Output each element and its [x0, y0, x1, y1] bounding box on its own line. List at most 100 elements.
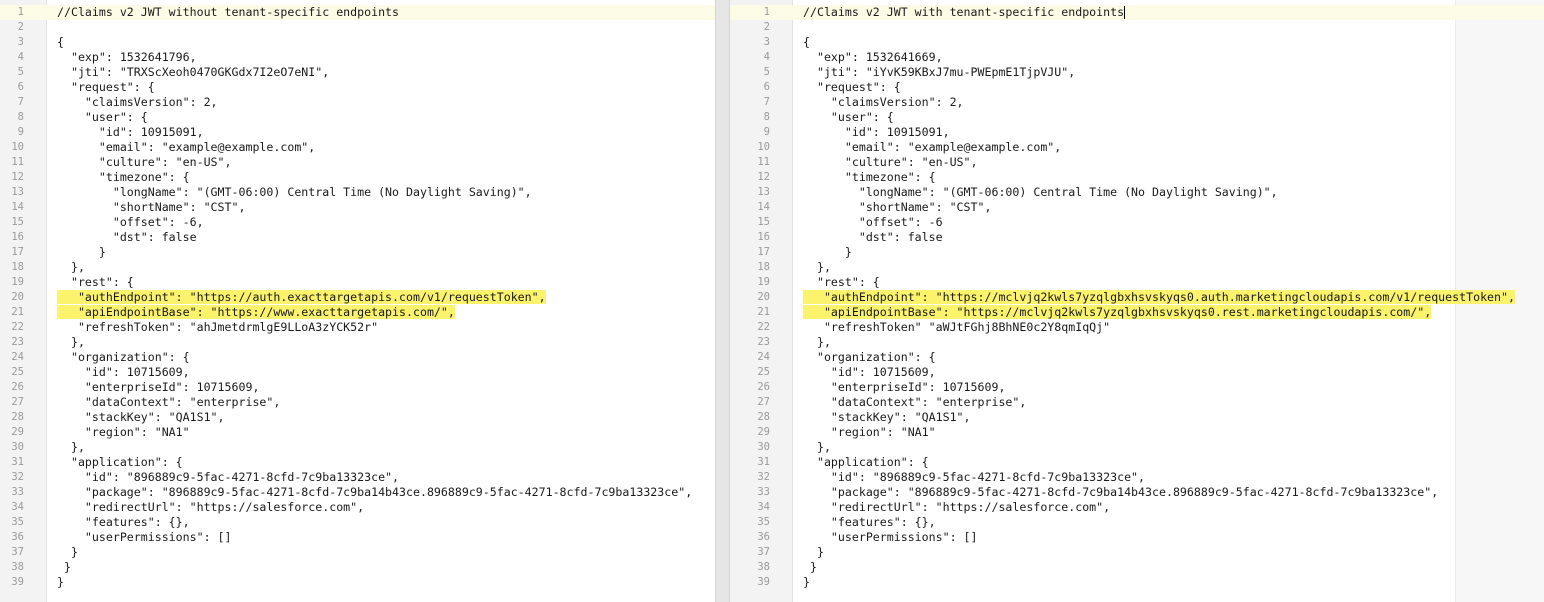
code-line[interactable]: 36 "userPermissions": []: [0, 530, 715, 545]
code-text[interactable]: "jti": "TRXScXeoh0470GKGdx7I2eO7eNI",: [57, 65, 329, 80]
code-text[interactable]: },: [803, 440, 831, 455]
code-text[interactable]: }: [803, 575, 810, 590]
code-text[interactable]: "package": "896889c9-5fac-4271-8cfd-7c9b…: [803, 485, 1438, 500]
code-text[interactable]: "user": {: [803, 110, 894, 125]
code-line[interactable]: 28 "stackKey": "QA1S1",: [730, 410, 1544, 425]
code-line[interactable]: 32 "id": "896889c9-5fac-4271-8cfd-7c9ba1…: [730, 470, 1544, 485]
code-text[interactable]: }: [57, 575, 64, 590]
right-code-lines[interactable]: 1 //Claims v2 JWT with tenant-specific en…: [730, 5, 1544, 590]
code-line[interactable]: 27 "dataContext": "enterprise",: [0, 395, 715, 410]
code-text[interactable]: "enterpriseId": 10715609,: [57, 380, 260, 395]
right-editor-pane[interactable]: 1 //Claims v2 JWT with tenant-specific en…: [730, 0, 1544, 602]
code-line[interactable]: 5 "jti": "TRXScXeoh0470GKGdx7I2eO7eNI",: [0, 65, 715, 80]
code-line[interactable]: 20 "authEndpoint": "https://mclvjq2kwls7…: [730, 290, 1544, 305]
code-line[interactable]: 7 "claimsVersion": 2,: [730, 95, 1544, 110]
code-line[interactable]: 2: [0, 20, 715, 35]
code-text[interactable]: }: [57, 560, 71, 575]
code-text[interactable]: "refreshToken" "aWJtFGhj8BhNE0c2Y8qmIqQj…: [803, 320, 1110, 335]
code-text[interactable]: },: [57, 440, 85, 455]
code-text[interactable]: "application": {: [57, 455, 183, 470]
code-text[interactable]: "dataContext": "enterprise",: [803, 395, 1026, 410]
code-line[interactable]: 14 "shortName": "CST",: [0, 200, 715, 215]
code-line[interactable]: 19 "rest": {: [0, 275, 715, 290]
code-text[interactable]: //Claims v2 JWT without tenant-specific …: [57, 5, 399, 20]
code-line[interactable]: 18 },: [730, 260, 1544, 275]
code-text[interactable]: "id": "896889c9-5fac-4271-8cfd-7c9ba1332…: [803, 470, 1145, 485]
highlighted-code-text[interactable]: "apiEndpointBase": "https://mclvjq2kwls7…: [803, 305, 1432, 320]
code-line[interactable]: 12 "timezone": {: [730, 170, 1544, 185]
code-line[interactable]: 22 "refreshToken": "ahJmetdrmlgE9LLoA3zY…: [0, 320, 715, 335]
code-line[interactable]: 28 "stackKey": "QA1S1",: [0, 410, 715, 425]
code-line[interactable]: 38 }: [0, 560, 715, 575]
code-line[interactable]: 8 "user": {: [0, 110, 715, 125]
code-line[interactable]: 39}: [730, 575, 1544, 590]
code-line[interactable]: 32 "id": "896889c9-5fac-4271-8cfd-7c9ba1…: [0, 470, 715, 485]
code-text[interactable]: },: [57, 335, 85, 350]
code-line[interactable]: 19 "rest": {: [730, 275, 1544, 290]
code-text[interactable]: "id": "896889c9-5fac-4271-8cfd-7c9ba1332…: [57, 470, 399, 485]
code-text[interactable]: },: [57, 260, 85, 275]
code-text[interactable]: "offset": -6,: [57, 215, 204, 230]
code-text[interactable]: "request": {: [57, 80, 155, 95]
code-line[interactable]: 6 "request": {: [730, 80, 1544, 95]
code-text[interactable]: "user": {: [57, 110, 148, 125]
code-line[interactable]: 2: [730, 20, 1544, 35]
code-line[interactable]: 16 "dst": false: [0, 230, 715, 245]
code-text[interactable]: "dataContext": "enterprise",: [57, 395, 280, 410]
code-text[interactable]: //Claims v2 JWT with tenant-specific end…: [803, 5, 1126, 20]
code-line[interactable]: 24 "organization": {: [0, 350, 715, 365]
code-text[interactable]: }: [803, 545, 824, 560]
code-line[interactable]: 33 "package": "896889c9-5fac-4271-8cfd-7…: [730, 485, 1544, 500]
code-line[interactable]: 30 },: [0, 440, 715, 455]
highlighted-code-text[interactable]: "authEndpoint": "https://auth.exacttarge…: [57, 290, 546, 305]
code-text[interactable]: "dst": false: [803, 230, 943, 245]
code-text[interactable]: "id": 10915091,: [57, 125, 204, 140]
code-line[interactable]: 5 "jti": "iYvK59KBxJ7mu-PWEpmE1TjpVJU",: [730, 65, 1544, 80]
code-line[interactable]: 8 "user": {: [730, 110, 1544, 125]
code-text[interactable]: "culture": "en-US",: [803, 155, 978, 170]
code-text[interactable]: "stackKey": "QA1S1",: [57, 410, 225, 425]
code-line[interactable]: 31 "application": {: [730, 455, 1544, 470]
code-text[interactable]: "region": "NA1": [803, 425, 936, 440]
code-text[interactable]: "jti": "iYvK59KBxJ7mu-PWEpmE1TjpVJU",: [803, 65, 1075, 80]
code-line[interactable]: 38 }: [730, 560, 1544, 575]
code-text[interactable]: "refreshToken": "ahJmetdrmlgE9LLoA3zYCK5…: [57, 320, 378, 335]
code-line[interactable]: 17 }: [730, 245, 1544, 260]
left-code-lines[interactable]: 1 //Claims v2 JWT without tenant-specific…: [0, 5, 715, 590]
code-text[interactable]: "userPermissions": []: [57, 530, 232, 545]
code-line[interactable]: 16 "dst": false: [730, 230, 1544, 245]
code-text[interactable]: "features": {},: [803, 515, 936, 530]
code-line[interactable]: 3{: [0, 35, 715, 50]
code-text[interactable]: "shortName": "CST",: [57, 200, 246, 215]
code-text[interactable]: "offset": -6: [803, 215, 943, 230]
code-text[interactable]: "request": {: [803, 80, 901, 95]
code-line[interactable]: 29 "region": "NA1": [730, 425, 1544, 440]
code-text[interactable]: "rest": {: [57, 275, 134, 290]
code-text[interactable]: {: [57, 35, 64, 50]
code-line[interactable]: 24 "organization": {: [730, 350, 1544, 365]
code-text[interactable]: "claimsVersion": 2,: [57, 95, 218, 110]
code-line[interactable]: 21 "apiEndpointBase": "https://mclvjq2kw…: [730, 305, 1544, 320]
code-line[interactable]: 10 "email": "example@example.com",: [730, 140, 1544, 155]
code-line[interactable]: 35 "features": {},: [730, 515, 1544, 530]
code-text[interactable]: "timezone": {: [57, 170, 190, 185]
code-line[interactable]: 36 "userPermissions": []: [730, 530, 1544, 545]
code-text[interactable]: "shortName": "CST",: [803, 200, 992, 215]
code-line[interactable]: 31 "application": {: [0, 455, 715, 470]
highlighted-code-text[interactable]: "apiEndpointBase": "https://www.exacttar…: [57, 305, 455, 320]
code-text[interactable]: "exp": 1532641796,: [57, 50, 197, 65]
code-text[interactable]: }: [803, 560, 817, 575]
code-line[interactable]: 23 },: [0, 335, 715, 350]
left-editor-pane[interactable]: 1 //Claims v2 JWT without tenant-specific…: [0, 0, 715, 602]
code-line[interactable]: 34 "redirectUrl": "https://salesforce.co…: [0, 500, 715, 515]
code-text[interactable]: "application": {: [803, 455, 929, 470]
code-text[interactable]: "id": 10715609,: [803, 365, 936, 380]
code-text[interactable]: "organization": {: [803, 350, 936, 365]
code-text[interactable]: "email": "example@example.com",: [57, 140, 315, 155]
code-line[interactable]: 7 "claimsVersion": 2,: [0, 95, 715, 110]
code-line[interactable]: 14 "shortName": "CST",: [730, 200, 1544, 215]
code-line[interactable]: 13 "longName": "(GMT-06:00) Central Time…: [730, 185, 1544, 200]
code-line[interactable]: 22 "refreshToken" "aWJtFGhj8BhNE0c2Y8qmI…: [730, 320, 1544, 335]
code-line[interactable]: 12 "timezone": {: [0, 170, 715, 185]
code-text[interactable]: "timezone": {: [803, 170, 936, 185]
